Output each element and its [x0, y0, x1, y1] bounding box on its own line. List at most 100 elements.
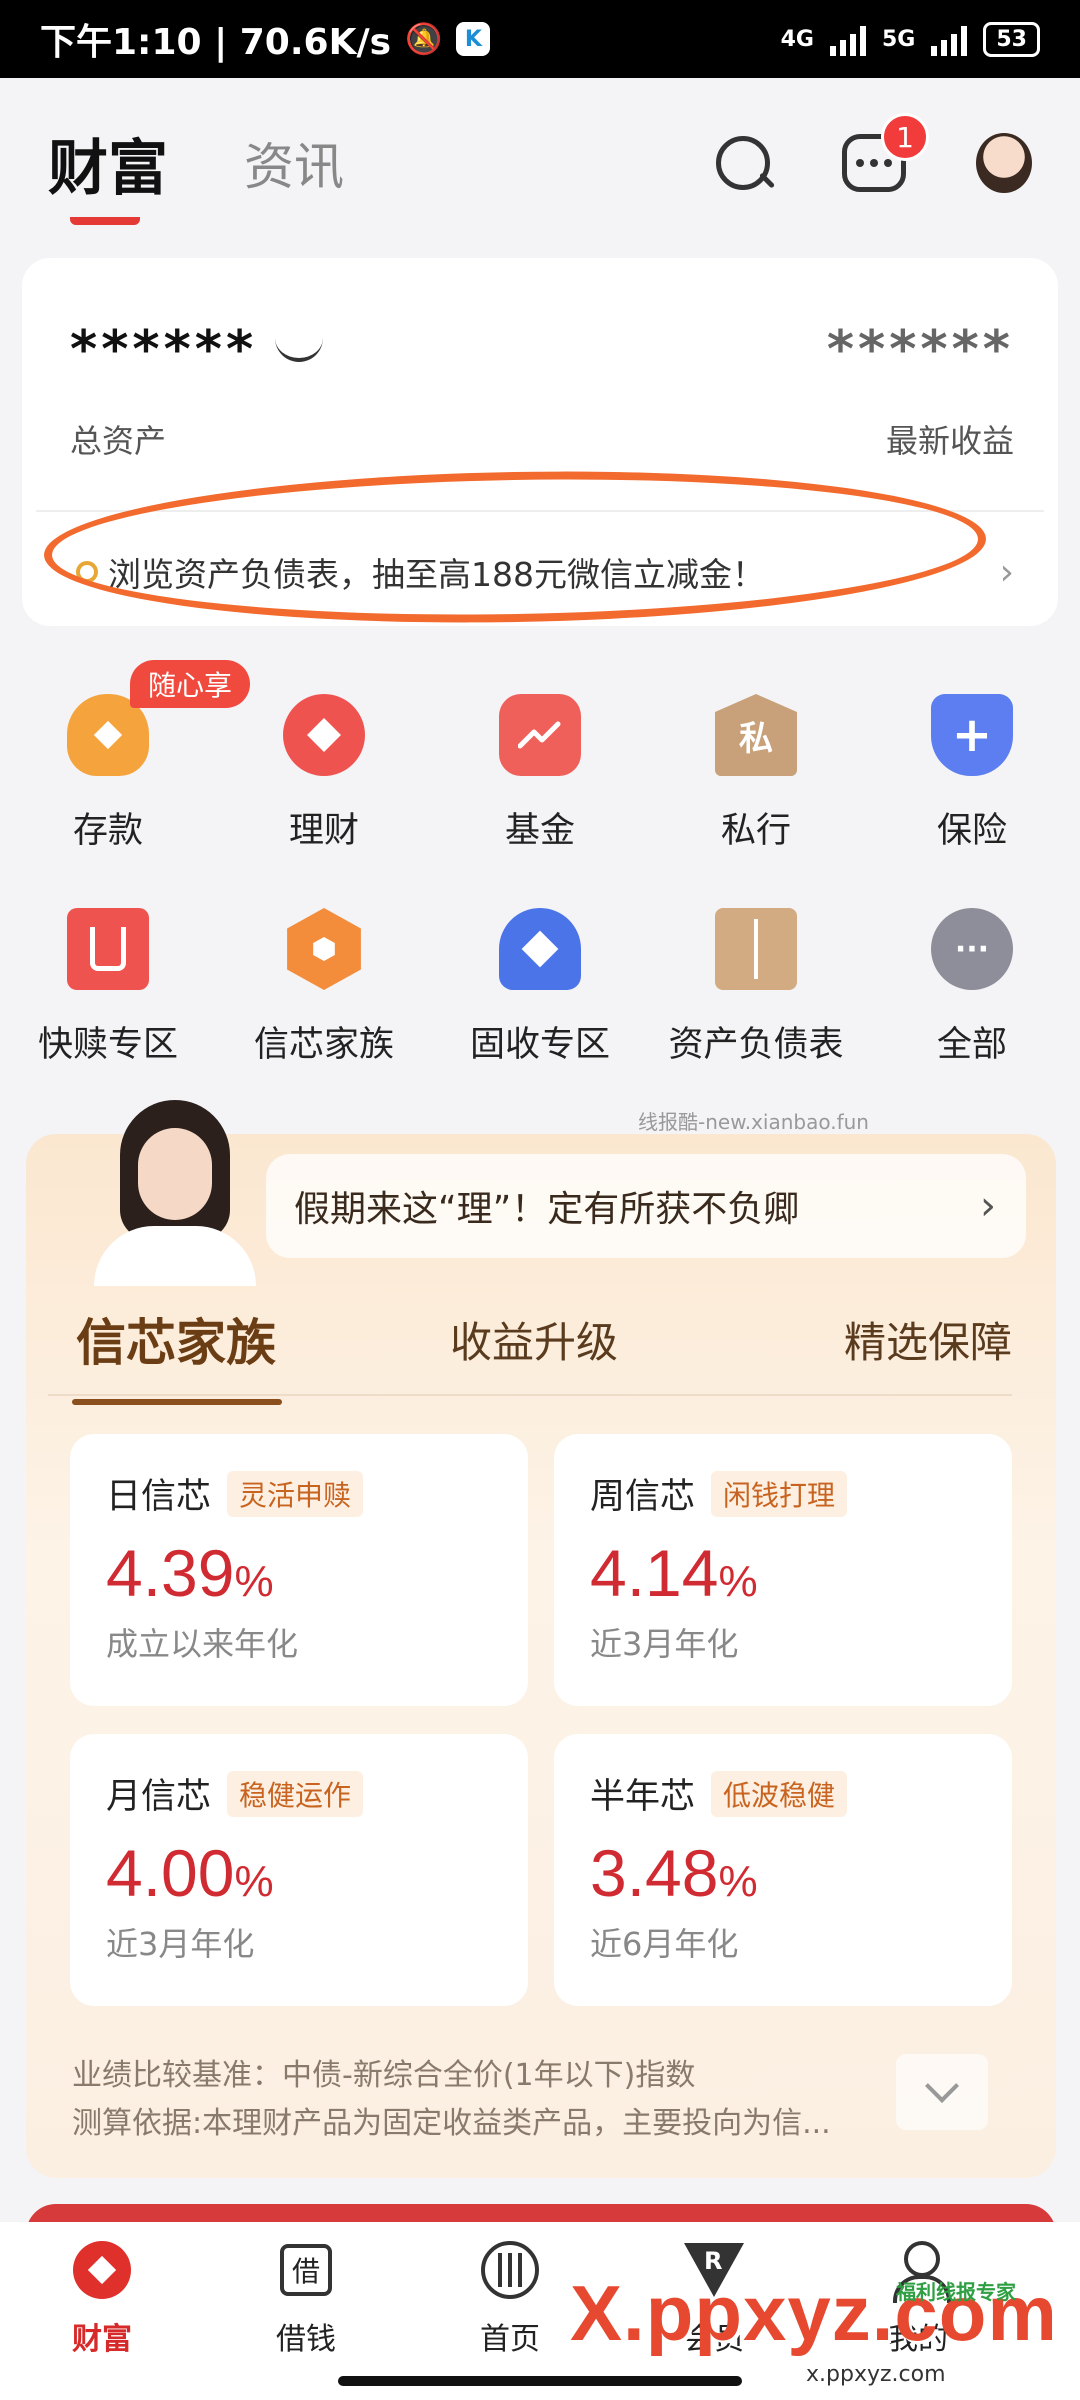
- grid-item-fund[interactable]: 基金: [432, 660, 648, 874]
- eye-closed-icon[interactable]: [275, 338, 324, 362]
- network-4g-label: 4G: [780, 26, 814, 52]
- card-icon: [67, 908, 149, 990]
- overlay-watermark-url: x.ppxyz.com: [806, 2362, 946, 2387]
- grid-item-xinxin-family[interactable]: 信芯家族: [216, 874, 432, 1088]
- search-icon[interactable]: [714, 134, 772, 192]
- tab-news[interactable]: 资讯: [244, 127, 344, 199]
- fixed-income-icon: [499, 908, 581, 990]
- grid-item-insurance[interactable]: + 保险: [864, 660, 1080, 874]
- network-5g-label: 5G: [882, 26, 916, 52]
- more-icon: ···: [931, 908, 1013, 990]
- basis-text: 测算依据:本理财产品为固定收益类产品，主要投向为信...: [72, 2106, 831, 2141]
- overlay-watermark-small: 福利线报专家: [896, 2280, 1016, 2304]
- signal-icon: [830, 22, 866, 56]
- advisor-avatar-image: [80, 1100, 270, 1286]
- total-assets-value: ******: [70, 320, 258, 380]
- grid-item-all[interactable]: ··· 全部: [864, 874, 1080, 1088]
- tab-xinxin-family[interactable]: 信芯家族: [72, 1303, 282, 1405]
- latest-income-label[interactable]: 最新收益: [886, 416, 1014, 462]
- top-header: 财富 资讯 1: [0, 78, 1080, 248]
- product-name: 日信芯: [106, 1477, 212, 1517]
- promo-banner[interactable]: 浏览资产负债表，抽至高188元微信立减金！ ›: [76, 548, 1014, 596]
- status-bar: 下午1:10 | 70.6K/s 🔕 K 4G 5G 53: [0, 0, 1080, 78]
- chevron-right-icon: ›: [980, 1183, 996, 1229]
- product-rate-desc: 近3月年化: [590, 1625, 739, 1663]
- grid-label: 信芯家族: [253, 1025, 394, 1065]
- diamond-icon: [283, 694, 365, 776]
- product-cards: 日信芯 灵活申赎 4.39% 成立以来年化 周信芯 闲钱打理 4.14% 近3月年化…: [70, 1434, 1020, 2006]
- chevron-right-icon: ›: [999, 551, 1014, 593]
- grid-label: 快赎专区: [37, 1025, 178, 1065]
- battery-icon: 53: [983, 21, 1040, 57]
- message-icon[interactable]: 1: [842, 113, 929, 192]
- signal-icon-2: [931, 22, 968, 56]
- home-icon: [481, 2241, 539, 2299]
- product-name: 月信芯: [106, 1777, 212, 1817]
- tab-selected-protection[interactable]: 精选保障: [844, 1309, 1012, 1370]
- grid-item-deposit[interactable]: 随心享 存款: [0, 660, 251, 874]
- product-rate: 4.39%: [106, 1536, 274, 1610]
- grid-item-fixed-income[interactable]: 固收专区: [432, 874, 648, 1088]
- tab-wealth[interactable]: 财富: [48, 120, 168, 225]
- product-rate-desc: 成立以来年化: [106, 1625, 299, 1663]
- product-tag: 稳健运作: [227, 1770, 364, 1817]
- message-badge: 1: [881, 113, 929, 161]
- nav-label: 首页: [480, 2322, 540, 2357]
- grid-item-balance-sheet[interactable]: 资产负债表: [648, 874, 864, 1088]
- trend-icon: [499, 694, 581, 776]
- grid-label: 理财: [288, 811, 359, 851]
- product-name: 周信芯: [590, 1477, 696, 1517]
- xinxin-section: 假期来这“理”！定有所获不负卿 › 信芯家族 收益升级 精选保障 日信芯 灵活申赎…: [26, 1100, 1056, 2178]
- divider: [36, 510, 1044, 512]
- home-indicator[interactable]: [338, 2376, 742, 2386]
- status-time: 下午1:10 | 70.6K/s: [40, 22, 392, 63]
- holiday-banner[interactable]: 假期来这“理”！定有所获不负卿 ›: [266, 1154, 1026, 1258]
- grid-item-quick-redeem[interactable]: 快赎专区: [0, 874, 216, 1088]
- chevron-down-icon: [925, 2069, 959, 2103]
- banner-text: 假期来这“理”！定有所获不负卿: [294, 1189, 800, 1230]
- product-card-monthly[interactable]: 月信芯 稳健运作 4.00% 近3月年化: [70, 1734, 528, 2006]
- product-name: 半年芯: [590, 1777, 696, 1817]
- grid-label: 基金: [504, 811, 575, 851]
- disclaimer: 业绩比较基准：中债-新综合全价(1年以下)指数 测算依据:本理财产品为固定收益类…: [72, 2052, 892, 2148]
- nav-wealth[interactable]: 财富: [0, 2240, 204, 2400]
- private-bank-icon: 私: [715, 694, 797, 776]
- tab-yield-upgrade[interactable]: 收益升级: [450, 1309, 618, 1370]
- product-rate: 4.14%: [590, 1536, 758, 1610]
- hexagon-icon: [287, 908, 361, 990]
- product-card-weekly[interactable]: 周信芯 闲钱打理 4.14% 近3月年化: [554, 1434, 1012, 1706]
- xinxin-tabs: 信芯家族 收益升级 精选保障: [48, 1284, 1012, 1405]
- mute-icon: 🔕: [405, 21, 443, 57]
- nav-label: 借钱: [276, 2322, 336, 2357]
- product-rate-desc: 近3月年化: [106, 1925, 255, 1963]
- shield-plus-icon: +: [931, 694, 1013, 776]
- product-rate: 3.48%: [590, 1836, 758, 1910]
- grid-label: 固收专区: [469, 1025, 610, 1065]
- product-tag: 低波稳健: [711, 1770, 848, 1817]
- grid-label: 私行: [720, 811, 791, 851]
- total-assets-label[interactable]: 总资产: [70, 416, 166, 462]
- product-tag: 闲钱打理: [711, 1470, 848, 1517]
- grid-item-wealth[interactable]: 理财: [216, 660, 432, 874]
- grid-label: 全部: [936, 1025, 1007, 1065]
- avatar[interactable]: [976, 133, 1032, 193]
- grid-label: 保险: [936, 811, 1007, 851]
- grid-item-private-bank[interactable]: 私 私行: [648, 660, 864, 874]
- asset-card: ****** ****** 总资产 最新收益 浏览资产负债表，抽至高188元微信…: [22, 258, 1058, 626]
- promo-icon: [76, 561, 98, 583]
- expand-button[interactable]: [896, 2054, 988, 2130]
- borrow-icon: 借: [280, 2244, 332, 2296]
- product-card-daily[interactable]: 日信芯 灵活申赎 4.39% 成立以来年化: [70, 1434, 528, 1706]
- function-grid: 随心享 存款 理财 基金 私 私行 + 保险 快赎专区 信芯家族 固收专区 资产…: [0, 660, 1080, 1088]
- balance-sheet-icon: [715, 908, 797, 990]
- latest-income-value: ******: [826, 320, 1014, 380]
- product-rate: 4.00%: [106, 1836, 274, 1910]
- grid-label: 资产负债表: [668, 1025, 844, 1065]
- product-tag: 灵活申赎: [227, 1470, 364, 1517]
- wealth-icon: [73, 2241, 131, 2299]
- app-notification-icon: K: [456, 22, 491, 56]
- nav-label: 财富: [72, 2322, 132, 2357]
- promo-text: 浏览资产负债表，抽至高188元微信立减金！: [108, 555, 765, 594]
- grid-label: 存款: [72, 811, 143, 851]
- product-card-half-year[interactable]: 半年芯 低波稳健 3.48% 近6月年化: [554, 1734, 1012, 2006]
